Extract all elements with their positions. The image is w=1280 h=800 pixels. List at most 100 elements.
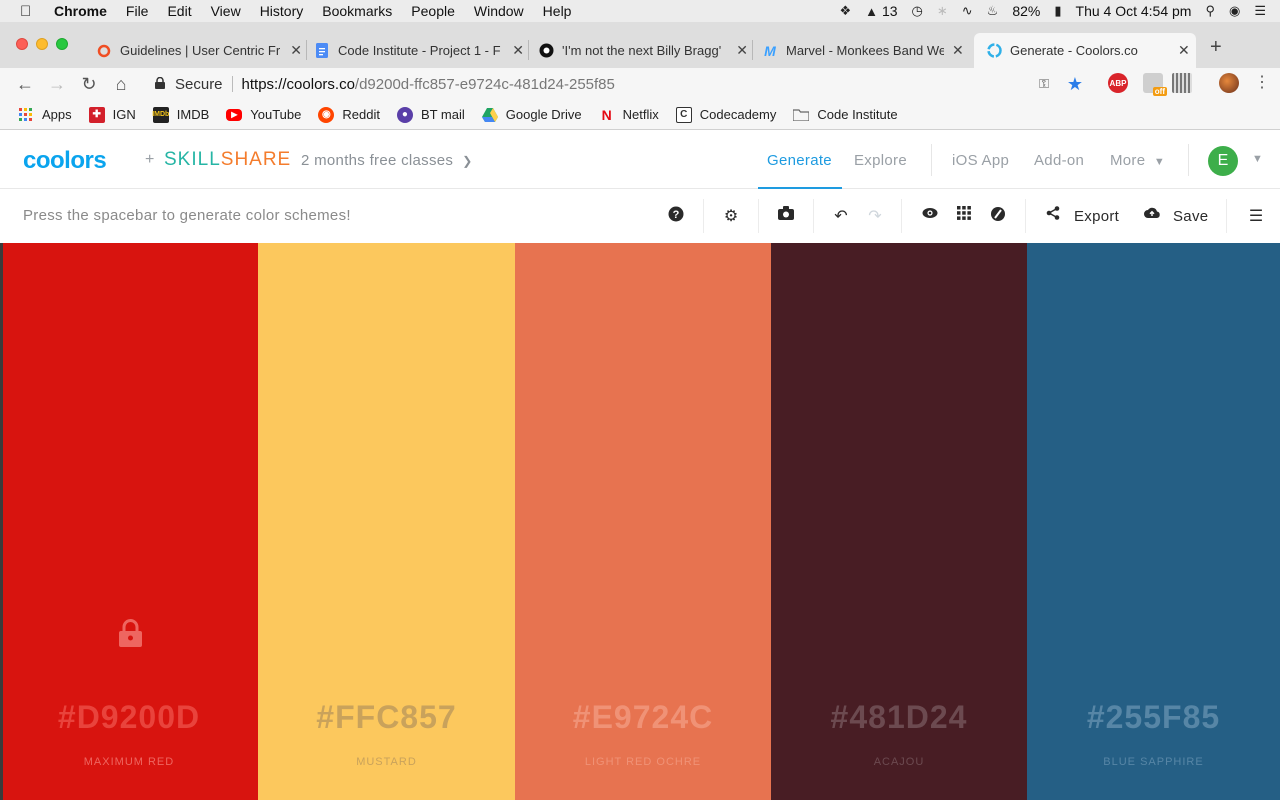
forward-arrow-icon[interactable]: → [41,74,73,95]
share-icon[interactable] [1043,206,1063,225]
nav-ios-app[interactable]: iOS App [952,152,1009,169]
menu-file[interactable]: File [126,3,149,19]
siri-icon[interactable]: ◉ [1229,3,1240,19]
fullscreen-window-button[interactable] [56,38,68,50]
close-tab-icon[interactable]: ✕ [512,42,524,59]
browser-tab[interactable]: Code Institute - Project 1 - F ✕ [314,33,524,68]
key-icon[interactable]: ⚿ [1039,76,1049,92]
bookmark-codecademy[interactable]: C Codecademy [675,106,776,123]
minimize-window-button[interactable] [36,38,48,50]
camera-icon[interactable] [776,206,796,225]
chrome-menu-icon[interactable]: ⋮ [1246,72,1278,92]
browser-tab[interactable]: 'I'm not the next Billy Bragg' ✕ [538,33,748,68]
spotlight-search-icon[interactable]: ⚲ [1205,3,1215,19]
user-avatar[interactable]: E [1208,146,1238,176]
close-tab-icon[interactable]: ✕ [736,42,748,59]
lock-icon[interactable] [117,619,144,647]
nav-generate[interactable]: Generate [767,152,832,169]
battery-percent[interactable]: 82% [1012,3,1040,19]
bookmark-reddit[interactable]: ◉ Reddit [318,106,380,123]
cloud-upload-icon[interactable] [1142,206,1162,224]
bluetooth-icon[interactable]: ∗ [937,3,948,19]
close-tab-icon[interactable]: ✕ [952,42,964,59]
bookmark-netflix[interactable]: N Netflix [599,107,659,123]
nav-add-on[interactable]: Add-on [1034,152,1084,169]
redo-icon[interactable]: ↷ [865,206,885,226]
menu-app-name[interactable]: Chrome [54,3,107,19]
help-icon[interactable]: ? [666,206,686,227]
color-hex-code[interactable]: #255F85 [1027,699,1280,736]
battery-icon[interactable]: ▮ [1054,3,1061,19]
close-tab-icon[interactable]: ✕ [1178,42,1190,59]
close-window-button[interactable] [16,38,28,50]
menu-people[interactable]: People [411,3,455,19]
bookmark-ign[interactable]: ✚ IGN [88,106,136,123]
palette-swatch[interactable]: #255F85 BLUE SAPPHIRE [1027,243,1280,800]
menu-view[interactable]: View [211,3,241,19]
wifi-icon[interactable]: ∿ [962,3,973,19]
barcode-extension-icon[interactable] [1172,73,1192,93]
palette-swatch[interactable]: #D9200D MAXIMUM RED [0,243,258,800]
skillshare-logo[interactable]: SKILLSHARE [164,149,291,171]
palette-swatch[interactable]: #E9724C LIGHT RED OCHRE [515,243,771,800]
color-hex-code[interactable]: #FFC857 [258,699,515,736]
chevron-down-icon[interactable]: ▼ [1252,153,1263,165]
close-tab-icon[interactable]: ✕ [290,42,302,59]
dropbox-icon[interactable]: ❖ [840,3,852,19]
undo-icon[interactable]: ↶ [831,206,851,226]
bookmark-youtube[interactable]: ▶ YouTube [226,107,301,122]
hamburger-menu-icon[interactable]: ☰ [1246,206,1266,226]
notification-center-icon[interactable]: ☰ [1254,3,1266,19]
tab-title: Guidelines | User Centric Fr [120,43,281,58]
bookmark-bt-mail[interactable]: ● BT mail [396,106,465,123]
clock[interactable]: Thu 4 Oct 4:54 pm [1076,3,1192,19]
grid-view-icon[interactable] [954,206,974,225]
honey-extension-icon[interactable]: off [1143,73,1167,96]
nav-more[interactable]: More ▼ [1110,152,1165,169]
volume-icon[interactable]: ♨ [987,3,999,19]
bookmark-apps[interactable]: Apps [18,107,72,123]
nav-explore[interactable]: Explore [854,152,907,169]
bookmark-google-drive[interactable]: Google Drive [481,107,582,123]
menu-bookmarks[interactable]: Bookmarks [322,3,392,19]
menu-edit[interactable]: Edit [167,3,191,19]
settings-gear-icon[interactable]: ⚙ [721,206,741,226]
adblock-extension-icon[interactable]: ABP [1108,73,1128,93]
reload-icon[interactable]: ↻ [73,74,105,95]
eye-icon[interactable] [920,206,940,224]
browser-tab-strip: Guidelines | User Centric Fr ✕ Code Inst… [0,22,1280,68]
adobe-status[interactable]: ▲ 13 [865,3,897,19]
palette-swatch[interactable]: #FFC857 MUSTARD [258,243,515,800]
apple-icon[interactable]:  [20,3,38,20]
bookmark-imdb[interactable]: IMDb IMDB [152,106,209,123]
adjust-palette-icon[interactable] [988,206,1008,227]
back-arrow-icon[interactable]: ← [9,74,41,95]
color-hex-code[interactable]: #D9200D [0,699,258,736]
menu-help[interactable]: Help [543,3,572,19]
browser-tab[interactable]: Guidelines | User Centric Fr ✕ [92,33,302,68]
new-tab-button[interactable]: + [1210,36,1222,59]
export-button[interactable]: Export [1074,208,1119,225]
profile-avatar-icon[interactable] [1219,73,1239,93]
menu-history[interactable]: History [260,3,304,19]
home-icon[interactable]: ⌂ [105,74,137,95]
color-hex-code[interactable]: #481D24 [771,699,1027,736]
browser-tab[interactable]: M Marvel - Monkees Band Wel ✕ [762,33,968,68]
save-button[interactable]: Save [1173,208,1208,225]
color-hex-code[interactable]: #E9724C [515,699,771,736]
bookmarks-bar: Apps ✚ IGN IMDb IMDB ▶ YouTube ◉ Reddit … [0,100,1280,130]
url-text[interactable]: https://coolors.co/d9200d-ffc857-e9724c-… [242,76,615,93]
menu-window[interactable]: Window [474,3,524,19]
url-host: https://coolors.co [241,75,355,93]
color-palette: #D9200D MAXIMUM RED #FFC857 MUSTARD #E97… [0,243,1280,800]
browser-tab-active[interactable]: Generate - Coolors.co ✕ [974,33,1196,68]
color-name: ACAJOU [873,756,925,768]
toolbar-divider [813,199,814,233]
promo-link[interactable]: 2 months free classes ❯ [301,152,473,169]
coolors-logo[interactable]: coolors [23,147,107,175]
time-machine-icon[interactable]: ◷ [912,3,923,19]
address-bar[interactable]: Secure https://coolors.co/d9200d-ffc857-… [145,70,1095,98]
palette-swatch[interactable]: #481D24 ACAJOU [771,243,1027,800]
bookmark-star-icon[interactable]: ★ [1067,74,1083,95]
bookmark-code-institute[interactable]: Code Institute [793,107,898,123]
